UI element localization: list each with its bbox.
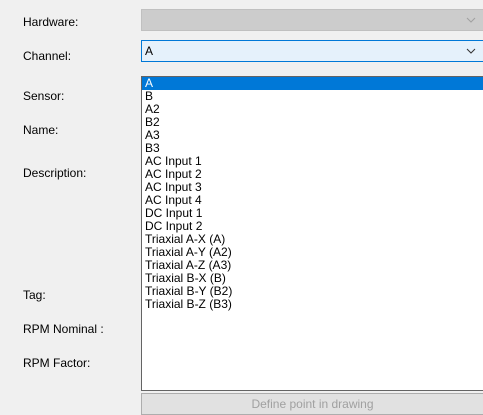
chevron-down-icon[interactable] [465,45,477,57]
channel-dropdown-list[interactable]: A B A2 B2 A3 B3 AC Input 1 AC Input 2 AC… [141,76,483,391]
rpm-nominal-label: RPM Nominal : [23,322,104,336]
hardware-combobox[interactable] [141,9,483,31]
chevron-down-icon [466,17,476,23]
rpm-factor-label: RPM Factor: [23,356,91,370]
sensor-label: Sensor: [23,89,65,103]
tag-label: Tag: [23,288,46,302]
hardware-label: Hardware: [23,15,79,29]
channel-value: A [145,44,154,58]
list-item[interactable]: B2 [142,116,483,129]
list-item[interactable]: Triaxial B-Z (B3) [142,298,483,311]
channel-combobox[interactable]: A [141,40,483,62]
define-point-button[interactable]: Define point in drawing [141,393,483,415]
name-label: Name: [23,123,59,137]
list-item[interactable]: A2 [142,103,483,116]
list-item[interactable]: A3 [142,129,483,142]
list-item[interactable]: B [142,90,483,103]
description-label: Description: [23,166,87,180]
list-item[interactable]: A [142,77,483,90]
channel-label: Channel: [23,49,72,63]
